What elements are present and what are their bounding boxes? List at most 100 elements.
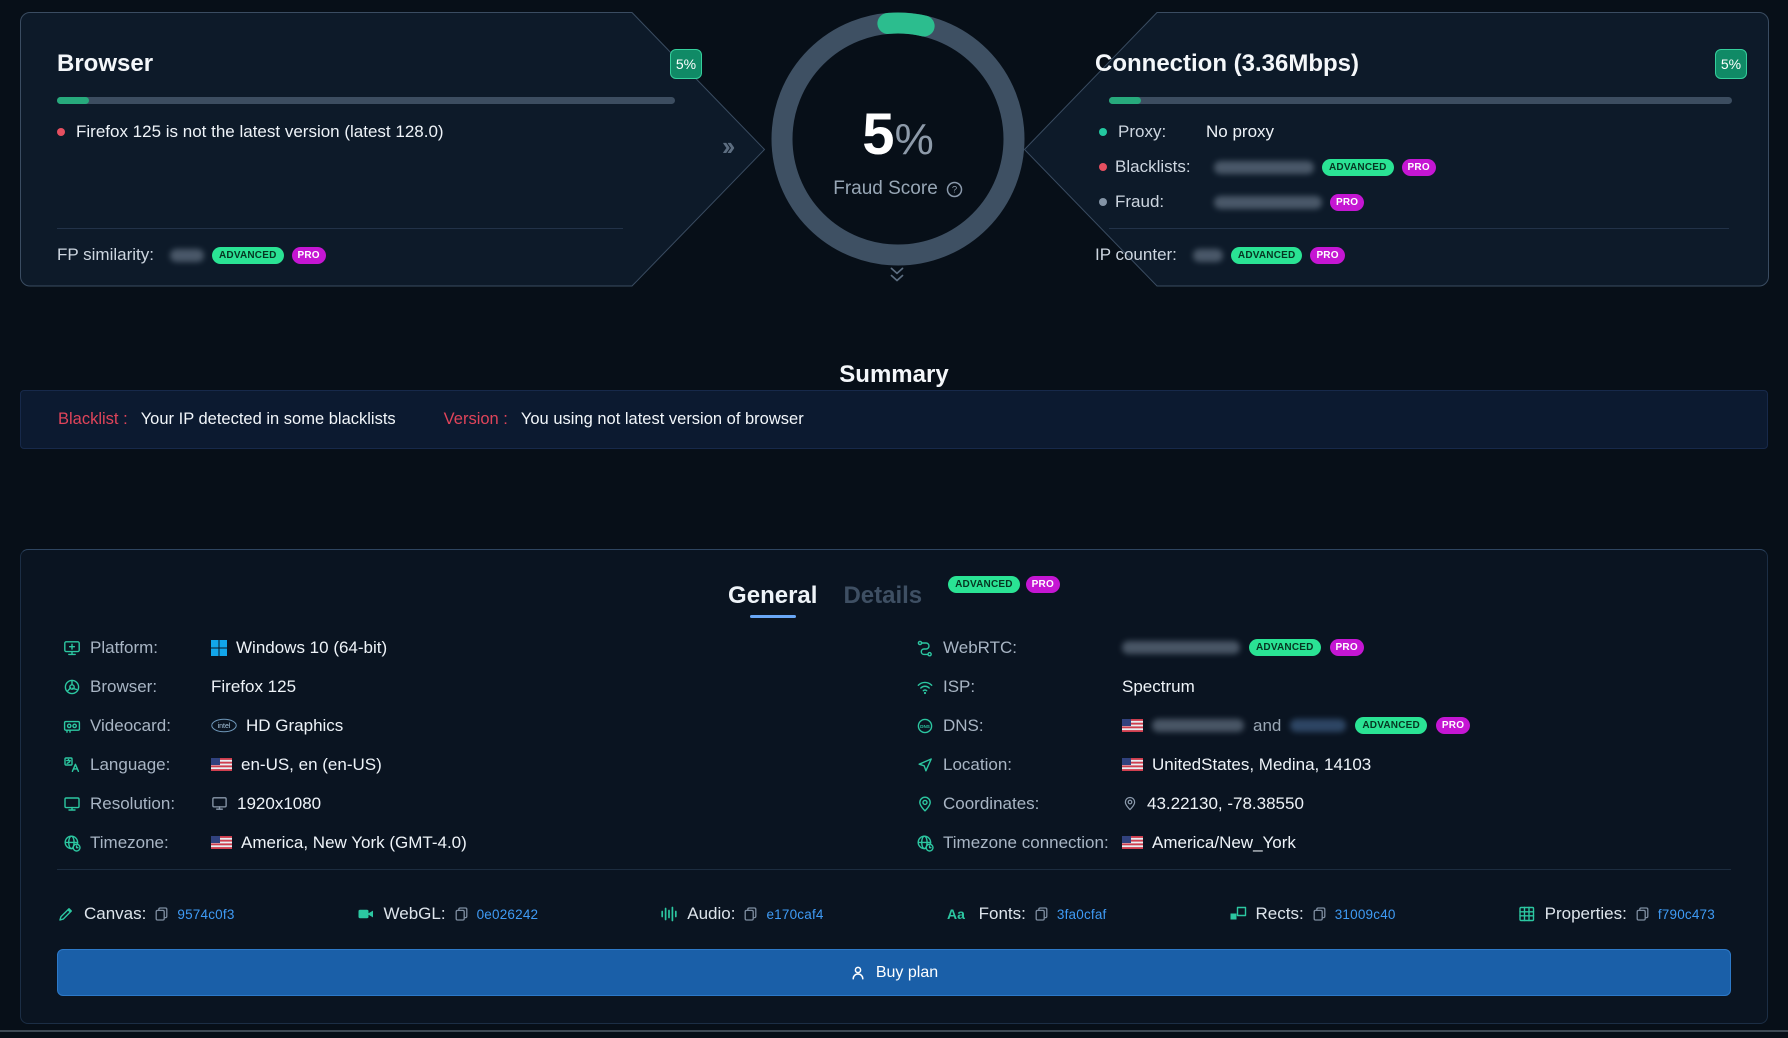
browser-panel-divider <box>57 228 623 229</box>
summary-title: Summary <box>0 361 1788 389</box>
general-right-column: WebRTC: ADVANCED PRO ISP: Spectrum DNS D… <box>916 628 1470 862</box>
pro-badge: PRO <box>1402 159 1436 176</box>
browser-row: Browser: Firefox 125 <box>63 667 467 706</box>
coordinates-row: Coordinates: 43.22130, -78.38550 <box>916 784 1470 823</box>
svg-text:intel: intel <box>218 723 231 730</box>
alert-version-text: You using not latest version of browser <box>521 410 804 429</box>
timezone-label: Timezone: <box>90 833 211 853</box>
location-label: Location: <box>943 755 1122 775</box>
fraud-label: Fraud: <box>1115 192 1206 212</box>
copy-icon[interactable] <box>1636 907 1649 921</box>
copy-icon[interactable] <box>155 907 168 921</box>
question-icon[interactable]: ? <box>946 181 963 198</box>
tab-general-underline <box>750 615 796 618</box>
coordinates-value: 43.22130, -78.38550 <box>1147 794 1304 814</box>
redacted-fp-similarity-value <box>170 249 204 262</box>
webrtc-icon <box>916 639 934 657</box>
browser-progress-bar <box>57 97 675 104</box>
monitor-icon <box>211 795 228 812</box>
audio-hash-label: Audio: <box>687 904 735 924</box>
alert-blacklist-text: Your IP detected in some blacklists <box>141 410 396 429</box>
canvas-hash-value[interactable]: 9574c0f3 <box>177 907 234 922</box>
resolution-label: Resolution: <box>90 794 211 814</box>
language-icon <box>63 756 81 774</box>
gauge-score-number: 5 <box>862 102 894 167</box>
proxy-value: No proxy <box>1206 122 1274 142</box>
copy-icon[interactable] <box>744 907 757 921</box>
copy-icon[interactable] <box>455 907 468 921</box>
rects-hash-label: Rects: <box>1256 904 1304 924</box>
proxy-row: Proxy: No proxy <box>1099 121 1274 143</box>
fonts-hash-item: Aa Fonts: 3fa0cfaf <box>946 904 1107 924</box>
dns-and-text: and <box>1253 716 1281 736</box>
rects-icon <box>1229 905 1247 923</box>
ip-counter-row: IP counter: ADVANCED PRO <box>1095 244 1353 266</box>
timezone-value: America, New York (GMT-4.0) <box>241 833 467 853</box>
tab-general-label: General <box>728 582 817 609</box>
buy-plan-label: Buy plan <box>876 964 938 982</box>
webgl-hash-label: WebGL: <box>384 904 446 924</box>
copy-icon[interactable] <box>1035 907 1048 921</box>
copy-icon[interactable] <box>1313 907 1326 921</box>
pro-badge: PRO <box>1310 247 1344 264</box>
blacklists-row: Blacklists: ADVANCED PRO <box>1099 156 1444 178</box>
connection-progress-fill <box>1109 97 1141 104</box>
blacklists-label: Blacklists: <box>1115 157 1206 177</box>
fonts-hash-label: Fonts: <box>979 904 1026 924</box>
neutral-bullet-icon <box>1099 198 1107 206</box>
tab-details-label: Details <box>843 582 922 609</box>
browser-score-badge: 5% <box>670 49 702 79</box>
chevron-right-icon: ›› <box>722 131 731 162</box>
us-flag-icon <box>1122 758 1143 771</box>
alert-version-label: Version : <box>444 410 508 429</box>
pro-badge: PRO <box>292 247 326 264</box>
fraud-row: Fraud: PRO <box>1099 191 1372 213</box>
audio-hash-value[interactable]: e170caf4 <box>766 907 823 922</box>
platform-row: Platform: Windows 10 (64-bit) <box>63 628 467 667</box>
dns-icon: DNS <box>916 717 934 735</box>
fraud-score-gauge: 5% Fraud Score ? <box>769 10 1027 268</box>
ip-counter-label: IP counter: <box>1095 245 1177 265</box>
map-pin-icon <box>1122 795 1138 812</box>
webrtc-label: WebRTC: <box>943 638 1122 658</box>
rects-hash-value[interactable]: 31009c40 <box>1335 907 1396 922</box>
browser-progress-fill <box>57 97 89 104</box>
fingerprint-hashes-row: Canvas: 9574c0f3 WebGL: 0e026242 Audio: … <box>57 896 1715 932</box>
connection-score-badge: 5% <box>1715 49 1747 79</box>
videocard-value: HD Graphics <box>246 716 343 736</box>
properties-hash-item: Properties: f790c473 <box>1518 904 1715 924</box>
connection-panel-title: Connection (3.36Mbps) <box>1095 48 1359 80</box>
location-icon <box>916 756 934 774</box>
advanced-badge: ADVANCED <box>1231 247 1303 264</box>
advanced-badge: ADVANCED <box>1322 159 1394 176</box>
webgl-hash-value[interactable]: 0e026242 <box>477 907 539 922</box>
tab-general[interactable]: General <box>728 582 817 618</box>
redacted-blacklists-value <box>1214 161 1314 174</box>
location-value: UnitedStates, Medina, 14103 <box>1152 755 1371 775</box>
audio-hash-item: Audio: e170caf4 <box>660 904 823 924</box>
general-left-column: Platform: Windows 10 (64-bit) Browser: F… <box>63 628 467 862</box>
timezone-connection-label: Timezone connection: <box>943 833 1122 853</box>
platform-label: Platform: <box>90 638 211 658</box>
fonts-hash-value[interactable]: 3fa0cfaf <box>1057 907 1107 922</box>
pro-badge: PRO <box>1436 717 1470 734</box>
browser-issue-row: Firefox 125 is not the latest version (l… <box>57 121 444 143</box>
gauge-label-row: Fraud Score ? <box>769 178 1027 200</box>
tab-details[interactable]: Details <box>843 582 922 610</box>
us-flag-icon <box>1122 836 1143 849</box>
videocard-label: Videocard: <box>90 716 211 736</box>
timezone-icon <box>63 834 81 852</box>
redacted-dns-value <box>1152 719 1244 732</box>
double-chevron-down-icon <box>887 266 907 284</box>
browser-label: Browser: <box>90 677 211 697</box>
properties-hash-value[interactable]: f790c473 <box>1658 907 1715 922</box>
gauge-score-percent: % <box>895 115 934 164</box>
platform-icon <box>63 639 81 657</box>
redacted-fraud-value <box>1214 196 1322 209</box>
pro-badge: PRO <box>1026 576 1060 593</box>
advanced-badge: ADVANCED <box>948 576 1020 593</box>
fp-similarity-label: FP similarity: <box>57 245 154 265</box>
webgl-camera-icon <box>357 905 375 923</box>
buy-plan-button[interactable]: Buy plan <box>57 949 1731 996</box>
svg-text:DNS: DNS <box>920 723 930 728</box>
